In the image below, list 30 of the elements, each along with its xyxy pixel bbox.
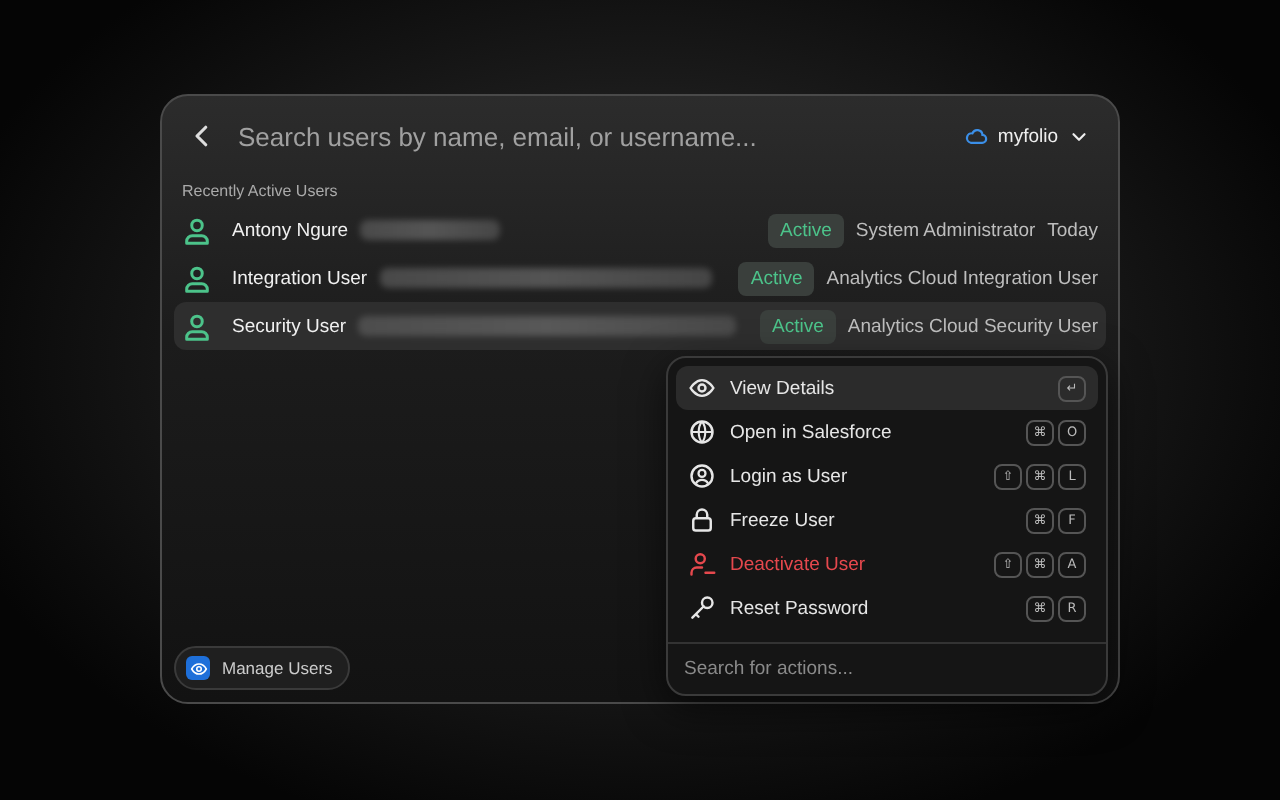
user-role: Analytics Cloud Integration User <box>826 267 1098 289</box>
user-minus-icon <box>688 550 716 578</box>
user-row[interactable]: Security User Active Analytics Cloud Security User <box>174 302 1106 350</box>
user-role: System Administrator <box>855 219 1036 241</box>
status-badge: Active <box>768 213 844 247</box>
org-switcher[interactable]: myfolio <box>959 120 1094 152</box>
last-active-date: Today <box>1047 219 1098 241</box>
user-icon <box>182 215 212 245</box>
user-name: Integration User <box>232 267 368 289</box>
user-icon <box>182 311 212 341</box>
blurred-text-block <box>360 220 501 240</box>
eye-icon <box>688 374 716 402</box>
cloud-icon <box>963 124 988 148</box>
user-icon <box>182 263 212 293</box>
status-badge: Active <box>759 309 836 343</box>
manage-users-button[interactable]: Manage Users <box>174 646 351 690</box>
user-row[interactable]: Antony Ngure Active System Administrator Today <box>174 206 1106 254</box>
user-circle-icon <box>688 462 716 490</box>
user-name: Security User <box>232 315 347 337</box>
lock-icon <box>688 506 716 534</box>
key-icon <box>688 594 716 622</box>
user-role: Analytics Cloud Security User <box>847 315 1098 337</box>
globe-icon <box>688 418 716 446</box>
user-search-field[interactable]: Search users by name, email, or username... <box>238 121 940 151</box>
status-badge: Active <box>738 261 815 295</box>
action-search-field[interactable]: Search for actions... <box>684 658 1090 680</box>
user-row[interactable]: Integration User Active Analytics Cloud Integration User <box>174 254 1106 302</box>
app-eye-icon <box>186 656 210 680</box>
user-name: Antony Ngure <box>232 219 349 241</box>
section-title: Recently Active Users <box>180 180 340 204</box>
